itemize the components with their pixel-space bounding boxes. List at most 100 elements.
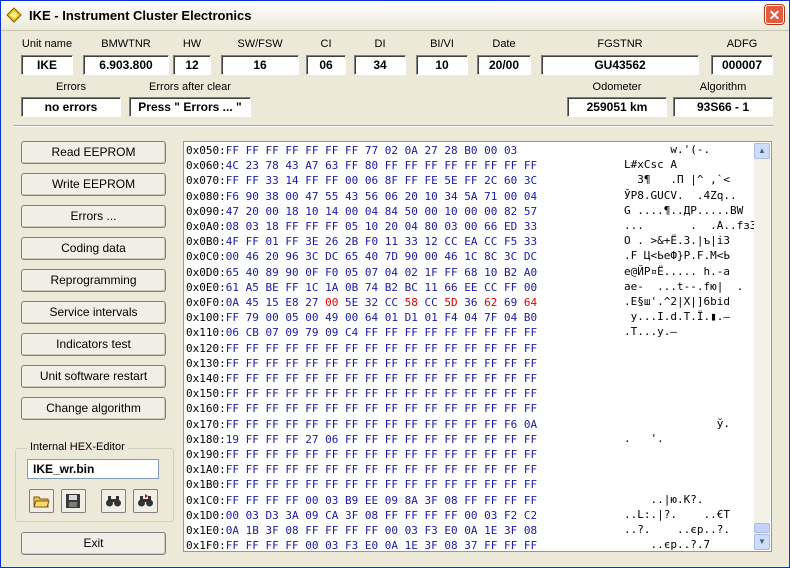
- hex-byte[interactable]: FF: [365, 478, 378, 491]
- hex-byte[interactable]: FF: [226, 448, 239, 461]
- hex-byte[interactable]: FF: [504, 159, 517, 172]
- hex-byte[interactable]: 00: [226, 250, 239, 263]
- hex-byte[interactable]: 18: [266, 220, 279, 233]
- hex-byte[interactable]: FF: [484, 433, 497, 446]
- hex-byte[interactable]: 04: [464, 311, 477, 324]
- hex-byte[interactable]: FF: [226, 494, 239, 507]
- hex-byte[interactable]: 00: [484, 205, 497, 218]
- hex-byte[interactable]: 43: [345, 190, 358, 203]
- hex-byte[interactable]: 90: [285, 266, 298, 279]
- hex-byte[interactable]: FF: [345, 524, 358, 537]
- hex-row[interactable]: 0x0D0:65 40 89 90 0F F0 05 07 04 02 1F F…: [186, 265, 537, 281]
- hex-byte[interactable]: CC: [385, 296, 398, 309]
- hex-byte[interactable]: FF: [504, 433, 517, 446]
- hex-byte[interactable]: 09: [385, 494, 398, 507]
- hex-byte[interactable]: FF: [365, 433, 378, 446]
- hex-byte[interactable]: 66: [444, 281, 457, 294]
- hex-byte[interactable]: FF: [425, 463, 438, 476]
- hex-byte[interactable]: FF: [246, 144, 259, 157]
- hex-byte[interactable]: 03: [484, 509, 497, 522]
- hex-byte[interactable]: FF: [504, 463, 517, 476]
- hex-byte[interactable]: FF: [266, 402, 279, 415]
- scroll-up-arrow-icon[interactable]: ▲: [754, 143, 770, 159]
- hex-byte[interactable]: 0A: [385, 539, 398, 551]
- hex-byte[interactable]: FF: [385, 463, 398, 476]
- hex-byte[interactable]: 3A: [285, 509, 298, 522]
- hex-byte[interactable]: F6: [504, 418, 517, 431]
- hex-byte[interactable]: ED: [504, 220, 517, 233]
- scroll-down-arrow-icon[interactable]: ▼: [754, 534, 770, 550]
- hex-byte[interactable]: FF: [524, 357, 537, 370]
- hex-byte[interactable]: FF: [266, 357, 279, 370]
- hex-byte[interactable]: FF: [266, 342, 279, 355]
- hex-row[interactable]: 0x080:F6 90 38 00 47 55 43 56 06 20 10 3…: [186, 189, 537, 205]
- hex-byte[interactable]: FF: [285, 418, 298, 431]
- hex-byte[interactable]: FF: [444, 387, 457, 400]
- hex-byte[interactable]: FF: [464, 448, 477, 461]
- hex-byte[interactable]: FF: [385, 159, 398, 172]
- hex-byte[interactable]: 47: [226, 205, 239, 218]
- hex-row[interactable]: 0x1C0:FF FF FF FF 00 03 B9 EE 09 8A 3F 0…: [186, 493, 537, 509]
- hex-byte[interactable]: 90: [246, 190, 259, 203]
- hex-byte[interactable]: FF: [524, 159, 537, 172]
- read-eeprom-button[interactable]: Read EEPROM: [21, 141, 166, 164]
- hex-byte[interactable]: FF: [464, 342, 477, 355]
- hex-byte[interactable]: FF: [325, 402, 338, 415]
- hex-byte[interactable]: D1: [405, 311, 418, 324]
- hex-byte[interactable]: B9: [345, 494, 358, 507]
- hex-byte[interactable]: FF: [524, 433, 537, 446]
- hex-byte[interactable]: 27: [305, 296, 318, 309]
- hex-byte[interactable]: B2: [385, 281, 398, 294]
- hex-byte[interactable]: FF: [226, 311, 239, 324]
- hex-byte[interactable]: FF: [425, 159, 438, 172]
- hex-byte[interactable]: FF: [405, 448, 418, 461]
- hex-row[interactable]: 0x1D0:00 03 D3 3A 09 CA 3F 08 FF FF FF F…: [186, 508, 537, 524]
- hex-byte[interactable]: 0B: [345, 281, 358, 294]
- hex-byte[interactable]: 74: [365, 281, 378, 294]
- vertical-scrollbar[interactable]: ▲ ▼: [754, 143, 770, 550]
- hex-byte[interactable]: 12: [425, 235, 438, 248]
- hex-byte[interactable]: 3E: [305, 235, 318, 248]
- hex-byte[interactable]: FF: [246, 342, 259, 355]
- hex-byte[interactable]: FF: [405, 357, 418, 370]
- hex-byte[interactable]: FF: [325, 357, 338, 370]
- hex-byte[interactable]: FF: [385, 342, 398, 355]
- hex-row[interactable]: 0x060:4C 23 78 43 A7 63 FF 80 FF FF FF F…: [186, 158, 537, 174]
- hex-byte[interactable]: 10: [365, 220, 378, 233]
- hex-byte[interactable]: 19: [226, 433, 239, 446]
- hex-byte[interactable]: FF: [345, 463, 358, 476]
- hex-byte[interactable]: FF: [405, 433, 418, 446]
- hex-byte[interactable]: 10: [425, 190, 438, 203]
- hex-byte[interactable]: FF: [385, 418, 398, 431]
- hex-byte[interactable]: 05: [345, 266, 358, 279]
- hex-byte[interactable]: 07: [365, 266, 378, 279]
- hex-byte[interactable]: 78: [266, 159, 279, 172]
- hex-byte[interactable]: FF: [266, 478, 279, 491]
- hex-byte[interactable]: 10: [444, 205, 457, 218]
- hex-byte[interactable]: 00: [325, 296, 338, 309]
- hex-byte[interactable]: F2: [504, 509, 517, 522]
- hex-byte[interactable]: 82: [504, 205, 517, 218]
- hex-byte[interactable]: FF: [425, 402, 438, 415]
- hex-byte[interactable]: FF: [444, 372, 457, 385]
- hex-byte[interactable]: FF: [305, 387, 318, 400]
- hex-byte[interactable]: FF: [524, 387, 537, 400]
- hex-byte[interactable]: FF: [484, 418, 497, 431]
- hex-byte[interactable]: 60: [504, 174, 517, 187]
- hex-byte[interactable]: 00: [504, 190, 517, 203]
- hex-byte[interactable]: FF: [385, 357, 398, 370]
- hex-byte[interactable]: FF: [345, 144, 358, 157]
- hex-byte[interactable]: FF: [285, 539, 298, 551]
- hex-row[interactable]: 0x090:47 20 00 18 10 14 00 04 84 50 00 1…: [186, 204, 537, 220]
- hex-byte[interactable]: 1E: [484, 524, 497, 537]
- hex-byte[interactable]: FF: [504, 402, 517, 415]
- hex-row[interactable]: 0x180:19 FF FF FF 27 06 FF FF FF FF FF F…: [186, 432, 537, 448]
- hex-byte[interactable]: FF: [504, 372, 517, 385]
- hex-byte[interactable]: FF: [226, 402, 239, 415]
- hex-byte[interactable]: FF: [444, 418, 457, 431]
- hex-byte[interactable]: 03: [444, 220, 457, 233]
- hex-byte[interactable]: FF: [504, 281, 517, 294]
- hex-byte[interactable]: FF: [285, 372, 298, 385]
- hex-byte[interactable]: FF: [285, 144, 298, 157]
- indicators-test-button[interactable]: Indicators test: [21, 333, 166, 356]
